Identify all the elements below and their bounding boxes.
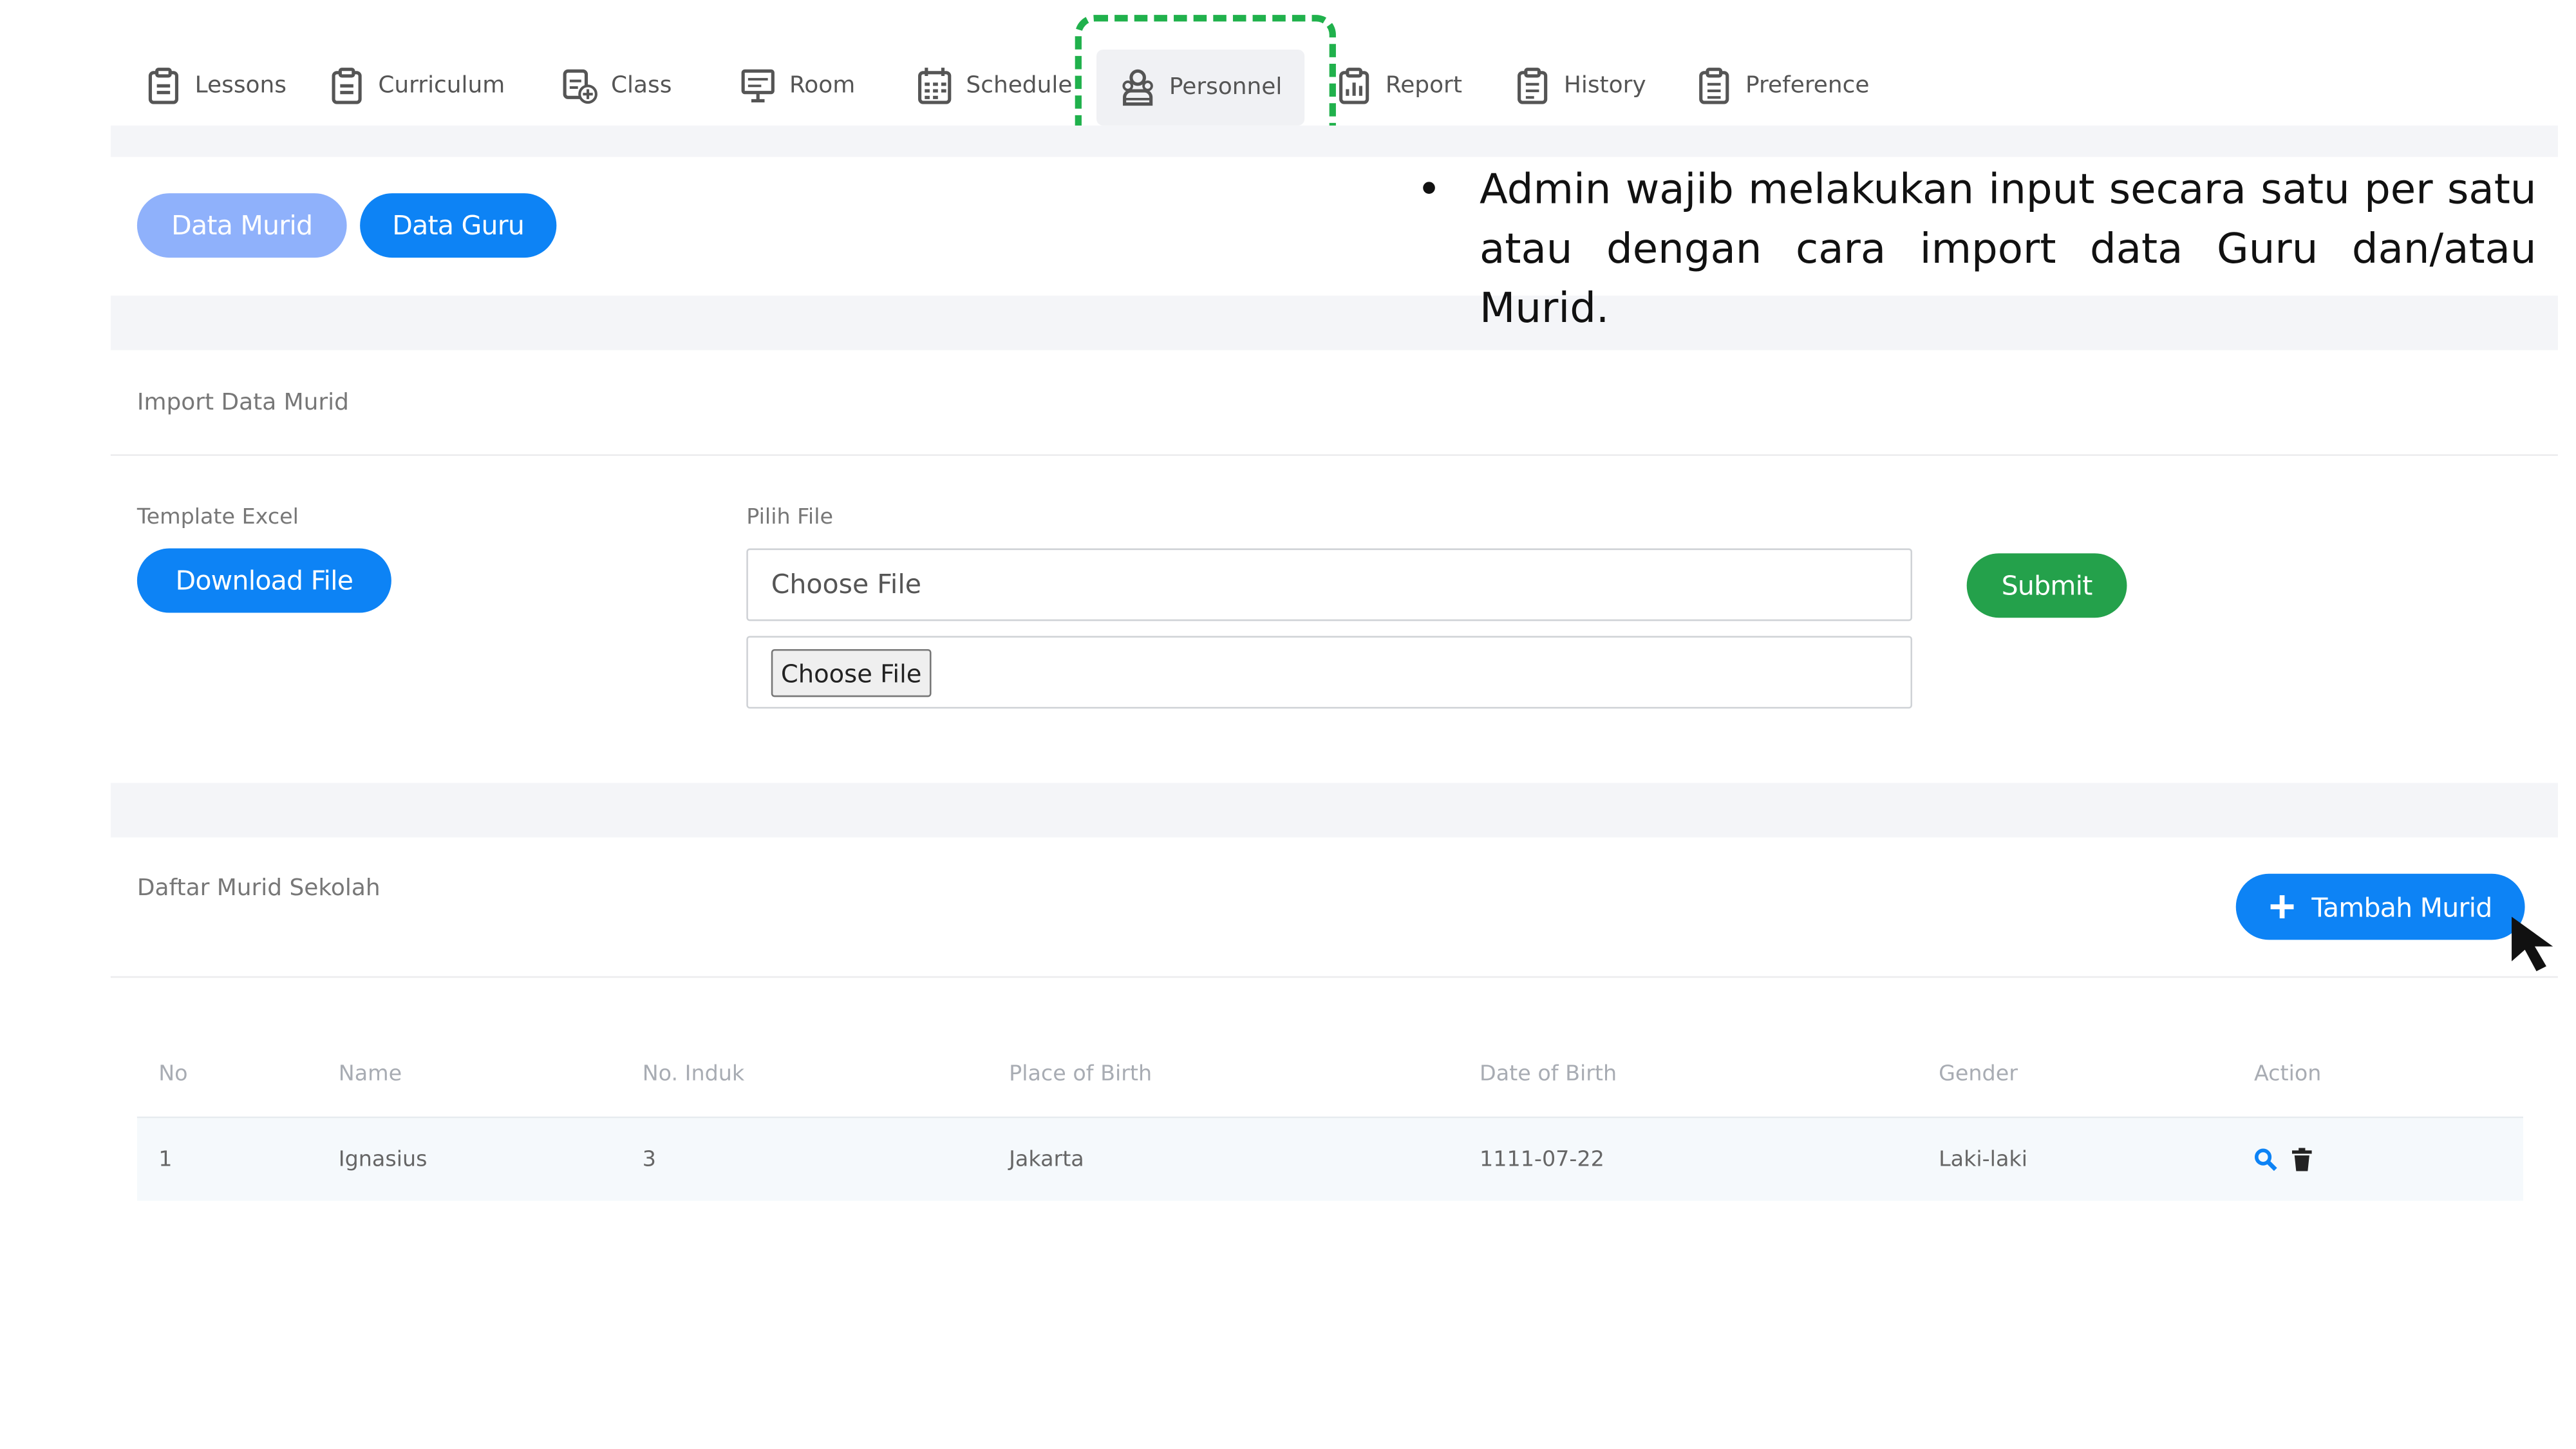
- button-label: Choose File: [780, 658, 922, 688]
- note-line-1: Admin wajib melakukan input secara satu …: [1480, 165, 2537, 213]
- report-icon: [1339, 68, 1369, 104]
- nav-item-room[interactable]: Room: [740, 62, 855, 109]
- mouse-cursor-icon: [2512, 916, 2553, 972]
- nav-item-history[interactable]: History: [1514, 62, 1646, 109]
- choose-file-button[interactable]: Choose File: [771, 649, 932, 697]
- column-header-gender: Gender: [1939, 1062, 2018, 1087]
- cell-gender: Laki-laki: [1939, 1148, 2027, 1173]
- history-icon: [1518, 68, 1548, 104]
- search-icon[interactable]: [2254, 1148, 2277, 1171]
- cell-no-induk: 3: [642, 1148, 656, 1173]
- tab-data-murid[interactable]: Data Murid: [136, 193, 347, 258]
- column-header-place-of-birth: Place of Birth: [1009, 1062, 1152, 1087]
- file-name-field[interactable]: Choose File: [746, 548, 1913, 621]
- column-header-name: Name: [338, 1062, 402, 1087]
- file-placeholder: Choose File: [771, 568, 921, 600]
- clipboard-icon: [148, 68, 178, 104]
- class-add-icon: [563, 69, 597, 104]
- add-student-button[interactable]: Tambah Murid: [2235, 873, 2525, 940]
- tab-data-guru[interactable]: Data Guru: [360, 193, 557, 258]
- nav-label: History: [1563, 72, 1646, 99]
- calendar-icon: [918, 68, 952, 104]
- nav-label: Room: [789, 72, 856, 99]
- nav-label: Preference: [1745, 72, 1870, 99]
- presentation-icon: [741, 69, 775, 103]
- list-section-title: Daftar Murid Sekolah: [136, 875, 381, 902]
- file-label: Pilih File: [746, 505, 833, 531]
- top-band: [110, 125, 2558, 157]
- column-header-action: Action: [2253, 1062, 2322, 1087]
- table-row: [136, 1118, 2524, 1201]
- cell-date-of-birth: 1111-07-22: [1480, 1148, 1604, 1173]
- column-header-no-induk: No. Induk: [642, 1062, 745, 1087]
- divider: [110, 454, 2558, 456]
- nav-label: Schedule: [966, 72, 1073, 99]
- button-label: Download File: [175, 565, 353, 596]
- nav-item-lessons[interactable]: Lessons: [146, 62, 287, 109]
- nav-item-curriculum[interactable]: Curriculum: [328, 62, 505, 109]
- cell-place-of-birth: Jakarta: [1009, 1148, 1084, 1173]
- cell-no: 1: [158, 1148, 173, 1173]
- nav-item-schedule[interactable]: Schedule: [916, 62, 1072, 109]
- column-header-date-of-birth: Date of Birth: [1480, 1062, 1617, 1087]
- submit-button[interactable]: Submit: [1966, 553, 2127, 618]
- nav-label: Curriculum: [378, 72, 505, 99]
- nav-label: Report: [1385, 72, 1462, 99]
- file-input[interactable]: Choose File: [746, 636, 1913, 709]
- template-label: Template Excel: [136, 505, 299, 531]
- tab-label: Data Murid: [171, 209, 313, 242]
- import-section-title: Import Data Murid: [136, 390, 349, 417]
- download-file-button[interactable]: Download File: [136, 548, 391, 613]
- button-label: Submit: [2001, 569, 2093, 601]
- nav-item-preference[interactable]: Preference: [1696, 62, 1869, 109]
- plus-icon: [2270, 895, 2294, 919]
- divider: [110, 976, 2558, 978]
- clipboard-icon: [332, 68, 362, 104]
- bullet-icon: •: [1416, 165, 1442, 213]
- nav-label: Lessons: [194, 72, 287, 99]
- nav-item-class[interactable]: Class: [561, 62, 672, 109]
- tab-label: Data Guru: [392, 209, 525, 242]
- nav-label: Class: [610, 72, 672, 99]
- preference-icon: [1699, 68, 1729, 104]
- cell-name: Ignasius: [338, 1148, 428, 1173]
- nav-item-report[interactable]: Report: [1336, 62, 1462, 109]
- note-line-2: atau dengan cara import data Guru dan/at…: [1480, 224, 2537, 332]
- column-header-no: No: [158, 1062, 188, 1087]
- trash-icon[interactable]: [2291, 1148, 2312, 1171]
- section-divider-band: [110, 782, 2558, 838]
- button-label: Tambah Murid: [2311, 891, 2492, 923]
